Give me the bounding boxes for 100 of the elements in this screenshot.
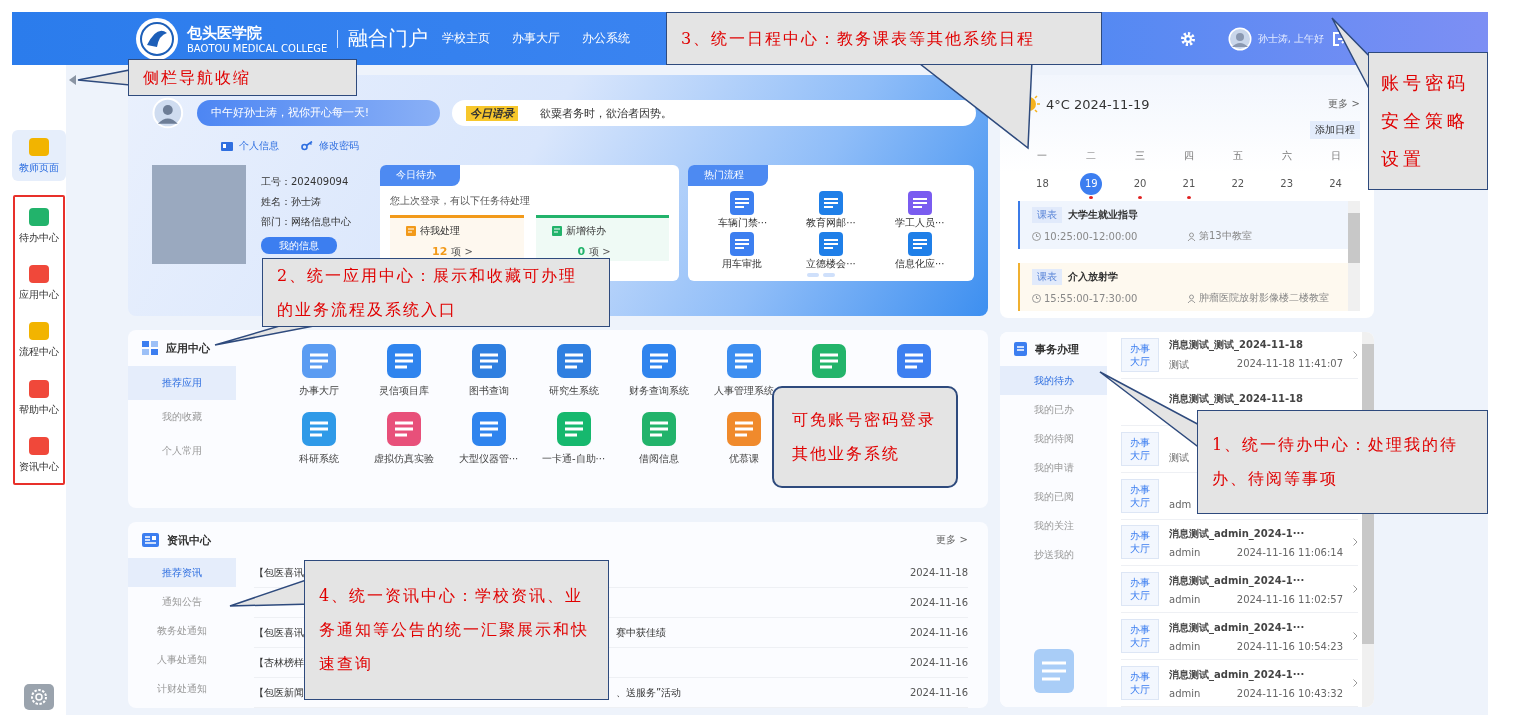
clipboard-icon <box>1014 342 1027 356</box>
list-icon <box>406 226 416 236</box>
nav-link[interactable]: 办公系统 <box>582 30 631 47</box>
flow-label[interactable]: 教育网邮··· <box>806 216 856 230</box>
tile-label: 新增待办 <box>565 224 606 238</box>
calendar-day[interactable]: 18 <box>1031 173 1054 195</box>
sidebar-item[interactable]: 待办中心 <box>19 200 59 252</box>
scroll-callout: 可免账号密码登录其他业务系统 <box>772 386 958 488</box>
app-label[interactable]: 图书查询 <box>468 384 509 398</box>
event-card[interactable]: 课表 介入放射学 15:55:00-17:30:00 肿瘤医院放射影像楼二楼教室 <box>1018 263 1348 311</box>
nav-link[interactable]: 学校主页 <box>442 30 491 47</box>
calendar-day[interactable]: 19 <box>1080 173 1103 195</box>
profile-link[interactable]: 修改密码 <box>319 139 359 153</box>
add-schedule-button[interactable]: 添加日程 <box>1310 121 1360 139</box>
clock-icon <box>1032 231 1041 241</box>
message-title[interactable]: 消息测试_admin_2024-1··· <box>1169 526 1343 541</box>
app-label[interactable]: 大型仪器管··· <box>458 452 519 466</box>
flow-label[interactable]: 立德楼会··· <box>806 257 856 271</box>
tile-count: 0 <box>577 245 586 258</box>
message-sender: admin <box>1169 640 1201 652</box>
flow-label[interactable]: 用车审批 <box>722 257 763 271</box>
message-title[interactable]: 消息测试_admin_2024-1··· <box>1169 620 1343 635</box>
weekday-label: 二 <box>1085 149 1098 163</box>
event-time: 15:55:00-17:30:00 <box>1044 292 1139 304</box>
calendar-day[interactable]: 24 <box>1324 173 1347 195</box>
weekday-label: 四 <box>1183 149 1195 163</box>
message-time: 2024-11-16 11:02:57 <box>1236 593 1343 605</box>
app-label[interactable]: 虚拟仿真实验 <box>373 452 434 466</box>
message-title[interactable]: 消息测试_admin_2024-1··· <box>1169 667 1343 682</box>
app-label[interactable]: 一卡通-自助··· <box>541 452 606 466</box>
message-sender: admin <box>1169 687 1201 699</box>
profile-link[interactable]: 个人信息 <box>239 139 279 153</box>
app-label[interactable]: 财务查询系统 <box>628 384 689 398</box>
flow-label[interactable]: 信息化应··· <box>894 257 945 271</box>
profile-field: 工号：202409094 <box>261 175 376 189</box>
sidebar-item[interactable]: 教师页面 <box>12 130 66 181</box>
news-title[interactable]: 【杏林榜样 <box>254 656 304 668</box>
app-label[interactable]: 办事大厅 <box>298 384 339 398</box>
profile-field: 部门：网络信息中心 <box>261 215 376 229</box>
calendar-day[interactable]: 22 <box>1226 173 1249 195</box>
calendar-day[interactable]: 23 <box>1275 173 1298 195</box>
news-title[interactable]: 、送服务”活动 <box>616 686 682 698</box>
news-date: 2024-11-16 <box>909 597 968 608</box>
clipboard-icon <box>1033 649 1074 693</box>
sidebar-item[interactable]: 应用中心 <box>19 257 59 309</box>
flow-label[interactable]: 车辆门禁··· <box>717 216 768 230</box>
callout-tooltip: 4、统一资讯中心：学校资讯、业务通知等公告的统一汇聚展示和快速查询 <box>304 560 609 700</box>
message-title[interactable]: 消息测试_admin_2024-1··· <box>1169 573 1343 588</box>
greeting-banner: 中午好孙士涛，祝你开心每一天! <box>196 100 440 126</box>
source-badge: 办事大厅 <box>1121 572 1159 607</box>
chevron-right-icon[interactable] <box>1353 679 1358 688</box>
sidebar-item[interactable]: 帮助中心 <box>19 371 59 423</box>
flow-label[interactable]: 学工人员··· <box>894 216 945 230</box>
tile-unit: 项 > <box>589 246 611 257</box>
app-label[interactable]: 优慕课 <box>728 452 759 466</box>
section-title: 资讯中心 <box>167 532 211 548</box>
chevron-right-icon[interactable] <box>1353 538 1358 547</box>
category-tab[interactable]: 推荐资讯 <box>128 558 236 587</box>
callout-tooltip: 账号密码安全策略设置 <box>1368 52 1488 190</box>
calendar-day[interactable]: 21 <box>1178 173 1200 195</box>
news-title[interactable]: 【包医新闻 <box>254 686 304 698</box>
news-title[interactable]: 【包医喜讯 <box>254 626 304 638</box>
news-title[interactable]: 【包医喜讯 <box>254 566 304 578</box>
message-time: 2024-11-18 11:41:07 <box>1236 357 1343 371</box>
chevron-right-icon[interactable] <box>1353 585 1358 594</box>
chevron-right-icon[interactable] <box>1353 350 1358 359</box>
message-sender: admin <box>1169 593 1201 605</box>
avatar-icon[interactable] <box>1227 26 1252 51</box>
settings-icon[interactable] <box>1179 30 1196 47</box>
news-date: 2024-11-18 <box>909 567 968 578</box>
my-info-button[interactable]: 我的信息 <box>261 237 337 254</box>
sidebar-item[interactable]: 流程中心 <box>19 314 59 366</box>
affairs-tab[interactable]: 我的待办 <box>1000 366 1107 395</box>
more-link[interactable]: 更多 > <box>1328 97 1360 111</box>
source-badge: 办事大厅 <box>1121 431 1159 466</box>
todo-tile[interactable]: 新增待办 0 项 > <box>535 215 669 261</box>
nav-link[interactable]: 办事大厅 <box>512 30 561 47</box>
app-label[interactable]: 科研系统 <box>298 452 339 466</box>
weekday-label: 六 <box>1280 149 1293 163</box>
list-icon <box>551 226 562 236</box>
scrollbar[interactable] <box>1348 201 1360 311</box>
school-logo-icon <box>135 16 179 61</box>
app-label[interactable]: 借阅信息 <box>638 452 679 466</box>
source-badge: 办事大厅 <box>1121 525 1159 560</box>
avatar-icon <box>152 97 184 129</box>
message-title[interactable]: 消息测试_测试_2024-11-18 <box>1169 337 1343 352</box>
message-title[interactable]: 消息测试_测试_2024-11-18 <box>1169 391 1358 406</box>
chevron-right-icon[interactable] <box>1353 632 1358 641</box>
sidebar-item[interactable]: 资讯中心 <box>19 428 59 480</box>
app-label[interactable]: 灵信项目库 <box>378 384 429 398</box>
category-tab[interactable]: 推荐应用 <box>128 366 236 400</box>
more-link[interactable]: 更多 > <box>936 533 968 547</box>
person-icon <box>1187 231 1196 241</box>
news-title[interactable]: 赛中获佳绩 <box>616 626 666 638</box>
settings-icon[interactable] <box>24 684 54 710</box>
collapse-arrow-icon[interactable] <box>69 75 76 85</box>
app-label[interactable]: 研究生系统 <box>548 384 599 398</box>
event-card[interactable]: 课表 大学生就业指导 10:25:00-12:00:00 第13中教室 <box>1018 201 1348 249</box>
quote-text: 欲粟者务时，欲治者因势。 <box>539 105 672 121</box>
calendar-day[interactable]: 20 <box>1129 173 1152 195</box>
